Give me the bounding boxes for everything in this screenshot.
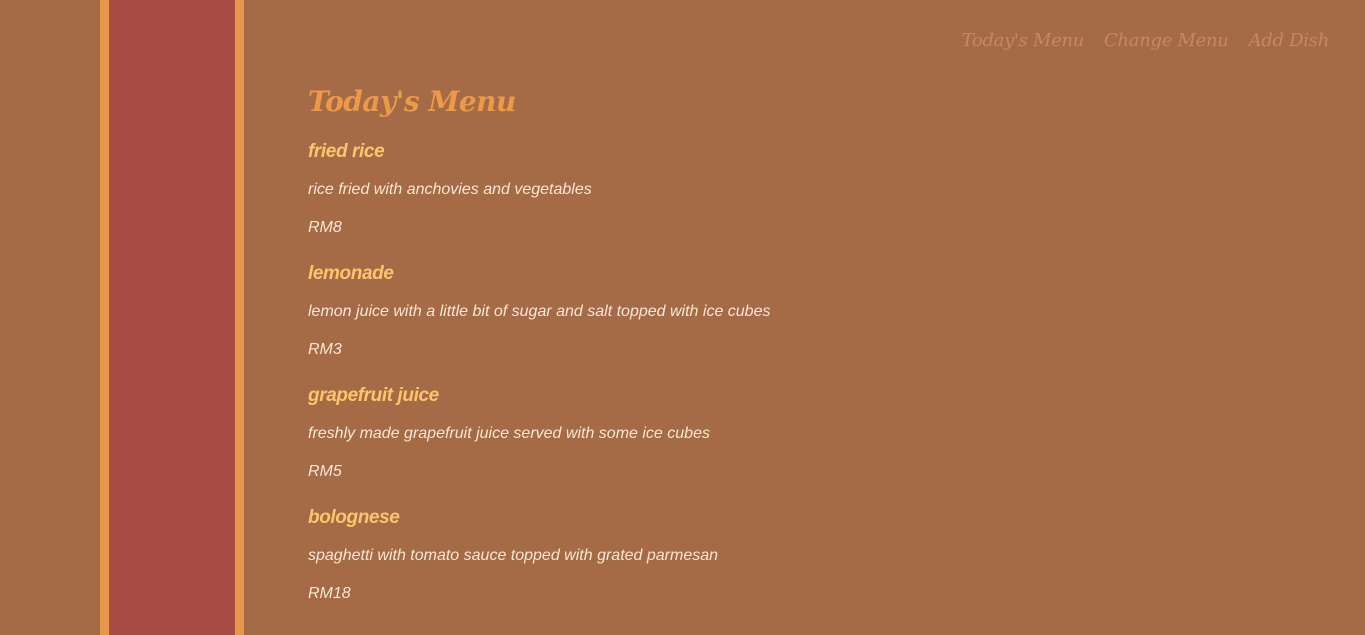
- dish-price: RM5: [308, 463, 342, 480]
- dish-item: lemonade lemon juice with a little bit o…: [308, 264, 1008, 386]
- dish-item: bolognese spaghetti with tomato sauce to…: [308, 508, 1008, 630]
- page-title: Today's Menu: [308, 85, 516, 118]
- menu-content: Today's Menu fried rice rice fried with …: [308, 80, 1008, 630]
- dish-price: RM8: [308, 219, 342, 236]
- dish-description: freshly made grapefruit juice served wit…: [308, 425, 710, 442]
- dish-price: RM18: [308, 585, 351, 602]
- nav-change-menu-link[interactable]: Change Menu: [1104, 30, 1229, 51]
- dish-name: lemonade: [308, 263, 394, 284]
- dish-item: grapefruit juice freshly made grapefruit…: [308, 386, 1008, 508]
- dish-name: fried rice: [308, 141, 385, 162]
- dish-description: lemon juice with a little bit of sugar a…: [308, 303, 771, 320]
- dish-name: bolognese: [308, 507, 400, 528]
- dish-item: fried rice rice fried with anchovies and…: [308, 142, 1008, 264]
- dish-description: rice fried with anchovies and vegetables: [308, 181, 592, 198]
- dish-description: spaghetti with tomato sauce topped with …: [308, 547, 719, 564]
- top-navigation: Today's Menu Change Menu Add Dish: [962, 30, 1330, 51]
- sidebar-stripe-left: [100, 0, 109, 635]
- dish-name: grapefruit juice: [308, 385, 439, 406]
- nav-todays-menu-link[interactable]: Today's Menu: [962, 30, 1085, 51]
- nav-add-dish-link[interactable]: Add Dish: [1249, 30, 1330, 51]
- sidebar-stripe-red: [109, 0, 235, 635]
- dish-price: RM3: [308, 341, 342, 358]
- sidebar-stripe-right: [235, 0, 244, 635]
